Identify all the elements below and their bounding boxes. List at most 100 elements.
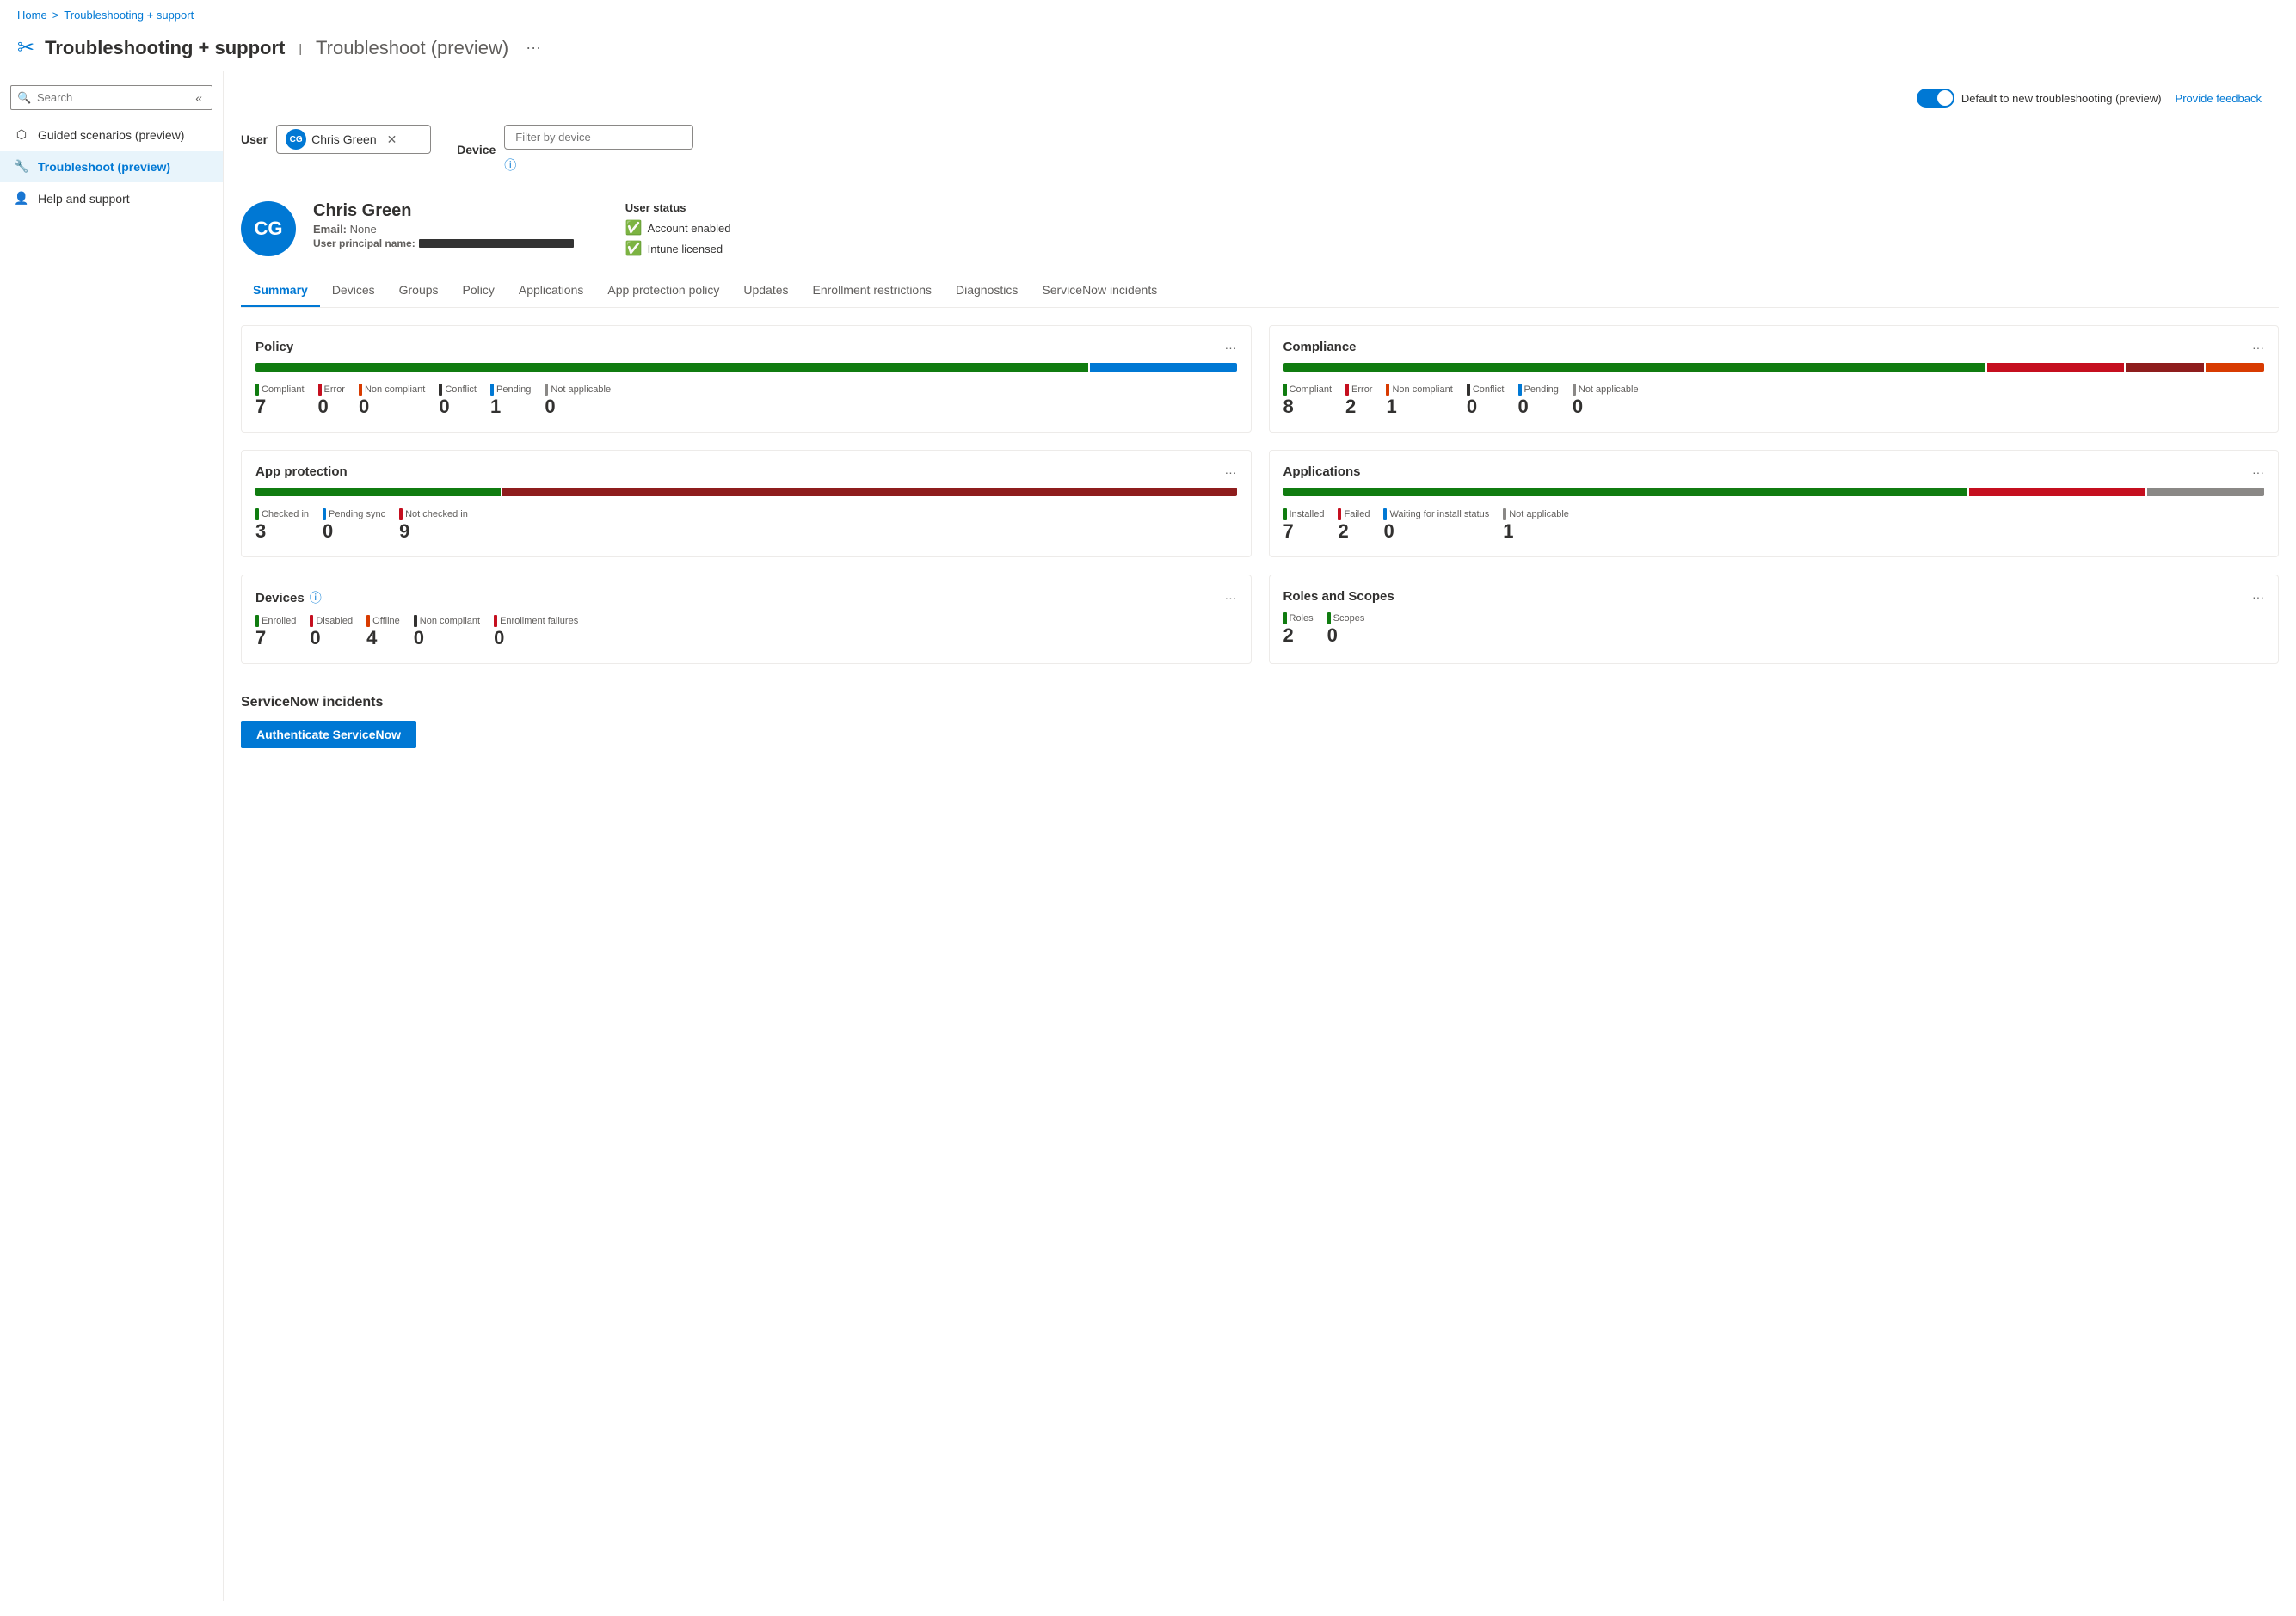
sidebar-item-troubleshoot[interactable]: 🔧 Troubleshoot (preview) [0,151,223,182]
app-protection-card: App protection ··· Checked in 3 Pending … [241,450,1252,557]
compliance-stat-label-conflict: Conflict [1467,384,1505,396]
compliance-stat-value-not-applicable: 0 [1573,396,1639,418]
applications-bar-installed [1283,488,1968,496]
tab-servicenow-incidents[interactable]: ServiceNow incidents [1030,274,1169,307]
compliance-stat-value-error: 2 [1345,396,1372,418]
policy-stat-value-not-applicable: 0 [545,396,611,418]
compliance-progress-bar [1283,363,2265,372]
devices-stat-label-offline: Offline [366,615,400,627]
devices-stat-label-enrollment-failures: Enrollment failures [494,615,578,627]
tab-applications[interactable]: Applications [507,274,596,307]
search-input[interactable] [10,85,212,110]
applications-stat-waiting: Waiting for install status 0 [1383,508,1489,543]
app-protection-stat-checked-in: Checked in 3 [255,508,309,543]
page-header-ellipsis[interactable]: ··· [526,39,541,57]
policy-bar-pending [1090,363,1237,372]
compliance-stat-label-error: Error [1345,384,1372,396]
policy-stat-not-applicable: Not applicable 0 [545,384,611,418]
devices-info-icon[interactable]: ⓘ [310,589,322,606]
app-protection-card-ellipsis[interactable]: ··· [1225,465,1237,479]
roles-scopes-card: Roles and Scopes ··· Roles 2 Scopes 0 [1269,575,2280,664]
breadcrumb-current: Troubleshooting + support [64,9,194,22]
upn-redacted-bar [419,239,574,248]
search-icon: 🔍 [17,91,31,105]
compliance-card-header: Compliance ··· [1283,340,2265,354]
applications-stat-failed: Failed 2 [1338,508,1370,543]
compliance-bar-other [2206,363,2264,372]
toggle-container: Default to new troubleshooting (preview) [1917,89,2162,108]
roles-scopes-stat-label-roles: Roles [1283,612,1314,624]
applications-stat-label-waiting: Waiting for install status [1383,508,1489,520]
devices-stat-value-disabled: 0 [310,627,353,649]
device-info-icon[interactable]: ⓘ [504,157,693,174]
tab-app-protection-policy[interactable]: App protection policy [595,274,731,307]
sidebar-collapse-icon[interactable]: « [195,91,202,105]
policy-stat-value-error: 0 [318,396,345,418]
sidebar-item-label: Guided scenarios (preview) [38,128,184,142]
user-chip-close[interactable]: ✕ [387,132,397,147]
roles-scopes-card-title: Roles and Scopes [1283,589,1394,604]
device-input[interactable] [504,125,693,150]
authenticate-servicenow-button[interactable]: Authenticate ServiceNow [241,721,416,748]
applications-bar-not-applicable [2147,488,2264,496]
filter-row: User CG Chris Green ✕ Device ⓘ [241,116,2279,187]
devices-card: Devices ⓘ ··· Enrolled 7 Disabled 0 [241,575,1252,664]
app-protection-bar-not-checked [502,488,1237,496]
main-layout: 🔍 « ⬡ Guided scenarios (preview) 🔧 Troub… [0,71,2296,1601]
policy-bar-compliant [255,363,1088,372]
policy-stat-label-conflict: Conflict [439,384,477,396]
applications-stats-row: Installed 7 Failed 2 Waiting for install… [1283,508,2265,543]
applications-stat-value-installed: 7 [1283,520,1325,543]
sidebar-item-help-support[interactable]: 👤 Help and support [0,182,223,214]
sidebar-item-guided-scenarios[interactable]: ⬡ Guided scenarios (preview) [0,119,223,151]
tab-updates[interactable]: Updates [731,274,800,307]
servicenow-section: ServiceNow incidents Authenticate Servic… [241,681,2279,762]
devices-card-ellipsis[interactable]: ··· [1225,591,1237,605]
app-protection-card-header: App protection ··· [255,464,1237,479]
compliance-stat-value-conflict: 0 [1467,396,1505,418]
roles-scopes-card-ellipsis[interactable]: ··· [2252,590,2264,604]
roles-scopes-stat-value-scopes: 0 [1327,624,1365,647]
policy-stat-label-non-compliant: Non compliant [359,384,425,396]
tab-diagnostics[interactable]: Diagnostics [944,274,1030,307]
policy-stat-compliant: Compliant 7 [255,384,305,418]
devices-stat-label-enrolled: Enrolled [255,615,296,627]
devices-stat-enrolled: Enrolled 7 [255,615,296,649]
compliance-stat-not-applicable: Not applicable 0 [1573,384,1639,418]
applications-card: Applications ··· Installed 7 Failed 2 [1269,450,2280,557]
servicenow-title: ServiceNow incidents [241,695,2279,710]
policy-card: Policy ··· Compliant 7 Error 0 [241,325,1252,433]
tab-summary[interactable]: Summary [241,274,320,307]
tab-policy[interactable]: Policy [451,274,507,307]
applications-stat-value-failed: 2 [1338,520,1370,543]
app-protection-stat-label-pending-sync: Pending sync [323,508,385,520]
help-support-icon: 👤 [14,191,29,206]
applications-card-ellipsis[interactable]: ··· [2252,465,2264,479]
account-enabled-check-icon: ✅ [625,219,643,237]
provide-feedback-link[interactable]: Provide feedback [2176,92,2262,105]
app-protection-stat-value-pending-sync: 0 [323,520,385,543]
tab-enrollment-restrictions[interactable]: Enrollment restrictions [801,274,945,307]
intune-licensed-check-icon: ✅ [625,240,643,257]
policy-stat-value-pending: 1 [490,396,531,418]
devices-stat-value-offline: 4 [366,627,400,649]
tab-groups[interactable]: Groups [387,274,451,307]
tab-devices[interactable]: Devices [320,274,387,307]
page-subtitle: Troubleshoot (preview) [316,37,508,59]
breadcrumb: Home > Troubleshooting + support [0,0,2296,30]
devices-card-header: Devices ⓘ ··· [255,589,1237,606]
troubleshoot-icon: 🔧 [14,159,29,174]
compliance-card-ellipsis[interactable]: ··· [2252,341,2264,354]
preview-toggle[interactable] [1917,89,1954,108]
applications-stat-value-waiting: 0 [1383,520,1489,543]
policy-card-ellipsis[interactable]: ··· [1225,341,1237,354]
user-info: Chris Green Email: None User principal n… [313,201,574,249]
applications-stat-label-failed: Failed [1338,508,1370,520]
user-label: User [241,132,268,146]
user-chip: CG Chris Green ✕ [276,125,431,154]
breadcrumb-home[interactable]: Home [17,9,47,22]
compliance-bar-non-compliant [2126,363,2204,372]
avatar: CG [241,201,296,256]
roles-scopes-stat-label-scopes: Scopes [1327,612,1365,624]
policy-stat-value-conflict: 0 [439,396,477,418]
